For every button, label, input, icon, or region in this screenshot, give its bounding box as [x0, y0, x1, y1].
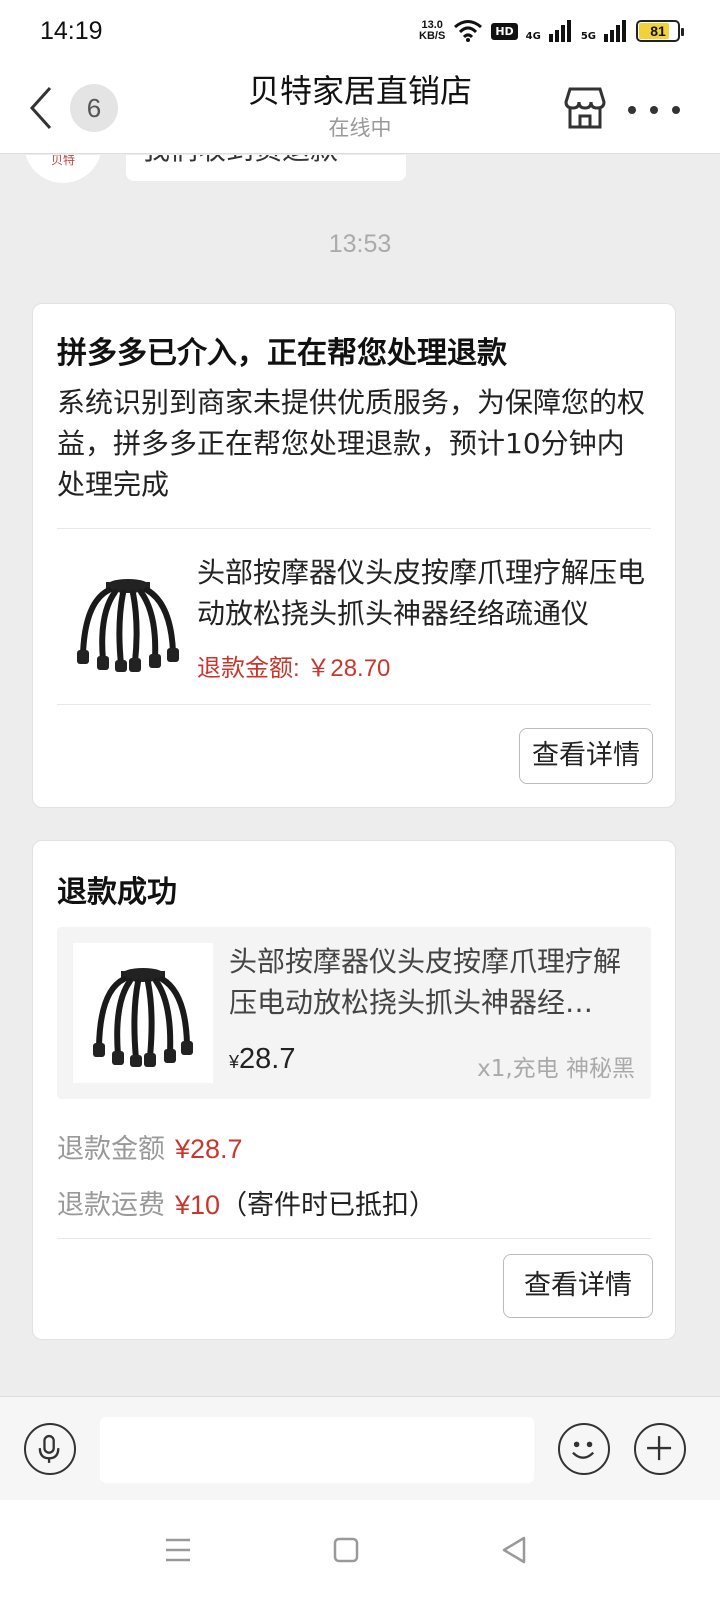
- view-details-button[interactable]: 查看详情: [519, 728, 653, 784]
- merchant-avatar[interactable]: 贝特: [24, 155, 102, 183]
- intervention-title: 拼多多已介入，正在帮您处理退款: [57, 336, 507, 371]
- header-title-group: 贝特家居直销店 在线中: [160, 68, 560, 142]
- back-chevron-icon[interactable]: [24, 84, 60, 132]
- status-icons: 13.0 KB/S HD 4G 5G 81: [419, 19, 684, 43]
- store-icon[interactable]: [562, 86, 608, 130]
- price-currency: ¥: [229, 1052, 240, 1072]
- refund-shipping-row: 退款运费 ¥10（寄件时已抵扣）: [57, 1183, 436, 1222]
- refund-amount-line: 退款金额: ￥28.70: [197, 648, 390, 683]
- refund-amount-value: ¥28.7: [175, 1134, 243, 1164]
- hd-voice-badge: HD: [491, 22, 518, 40]
- refund-amount-value: ￥28.70: [306, 655, 391, 682]
- divider: [57, 704, 651, 705]
- battery-indicator: 81: [636, 20, 684, 42]
- refund-success-card[interactable]: 退款成功 头部按摩器仪头皮按摩爪理疗解压电动放松挠头抓头神器经… ¥28.7 x…: [32, 840, 676, 1340]
- product-price: ¥28.7: [229, 1043, 295, 1076]
- product-name[interactable]: 头部按摩器仪头皮按摩爪理疗解压电动放松挠头抓头神器经…: [229, 941, 635, 1023]
- product-image[interactable]: [73, 943, 213, 1083]
- signal-label-5g: 5G: [580, 31, 596, 42]
- cell-signal-icon-2: [604, 20, 626, 42]
- product-image[interactable]: [63, 564, 193, 674]
- emoji-icon[interactable]: [558, 1423, 610, 1475]
- refund-amount-label: 退款金额: [57, 1134, 165, 1165]
- product-box[interactable]: 头部按摩器仪头皮按摩爪理疗解压电动放松挠头抓头神器经… ¥28.7 x1,充电 …: [57, 927, 651, 1099]
- view-details-button[interactable]: 查看详情: [503, 1254, 653, 1318]
- network-speed: 13.0 KB/S: [419, 20, 445, 42]
- refund-success-title: 退款成功: [57, 875, 177, 910]
- wifi-icon: [454, 20, 483, 42]
- message-text-input[interactable]: [100, 1417, 534, 1483]
- refund-amount-label: 退款金额:: [197, 655, 307, 682]
- battery-level-text: 81: [650, 23, 666, 39]
- home-square-icon[interactable]: [326, 1530, 366, 1570]
- intervention-card[interactable]: 拼多多已介入，正在帮您处理退款 系统识别到商家未提供优质服务，为保障您的权益，拼…: [32, 303, 676, 808]
- product-name[interactable]: 头部按摩器仪头皮按摩爪理疗解压电动放松挠头抓头神器经络疏通仪: [197, 552, 651, 634]
- divider: [57, 528, 651, 529]
- cell-signal-icon-1: [548, 20, 571, 42]
- back-triangle-icon[interactable]: [494, 1530, 534, 1570]
- refund-shipping-note: （寄件时已抵扣）: [220, 1190, 437, 1221]
- system-navigation-bar: [0, 1500, 720, 1600]
- intervention-description: 系统识别到商家未提供优质服务，为保障您的权益，拼多多正在帮您处理退款，预计10分…: [57, 386, 646, 501]
- product-spec: x1,充电 神秘黑: [477, 1056, 635, 1082]
- message-input-bar: [0, 1396, 720, 1500]
- more-dots-icon[interactable]: [628, 106, 680, 116]
- plus-icon[interactable]: [634, 1423, 686, 1475]
- microphone-icon[interactable]: [24, 1423, 76, 1475]
- chat-header: 6 贝特家居直销店 在线中: [0, 62, 720, 154]
- divider: [57, 1238, 651, 1239]
- refund-shipping-label: 退款运费: [57, 1190, 165, 1221]
- signal-label-4g: 4G: [525, 31, 541, 42]
- status-bar: 14:19 13.0 KB/S HD 4G 5G 81: [0, 0, 720, 62]
- online-status: 在线中: [328, 116, 392, 140]
- refund-shipping-value: ¥10: [175, 1190, 221, 1220]
- price-value: 28.7: [239, 1043, 296, 1075]
- message-timestamp: 13:53: [328, 230, 392, 258]
- store-name-title[interactable]: 贝特家居直销店: [160, 68, 560, 114]
- refund-amount-row: 退款金额 ¥28.7: [57, 1127, 243, 1166]
- clock-time: 14:19: [40, 16, 103, 45]
- previous-message-bubble[interactable]: 我们收到货退款: [126, 155, 406, 181]
- chat-message-list[interactable]: 贝特 我们收到货退款 13:53 拼多多已介入，正在帮您处理退款 系统识别到商家…: [0, 155, 720, 1395]
- network-speed-unit: KB/S: [419, 30, 446, 42]
- unread-count-badge[interactable]: 6: [70, 84, 118, 132]
- menu-icon[interactable]: [158, 1530, 198, 1570]
